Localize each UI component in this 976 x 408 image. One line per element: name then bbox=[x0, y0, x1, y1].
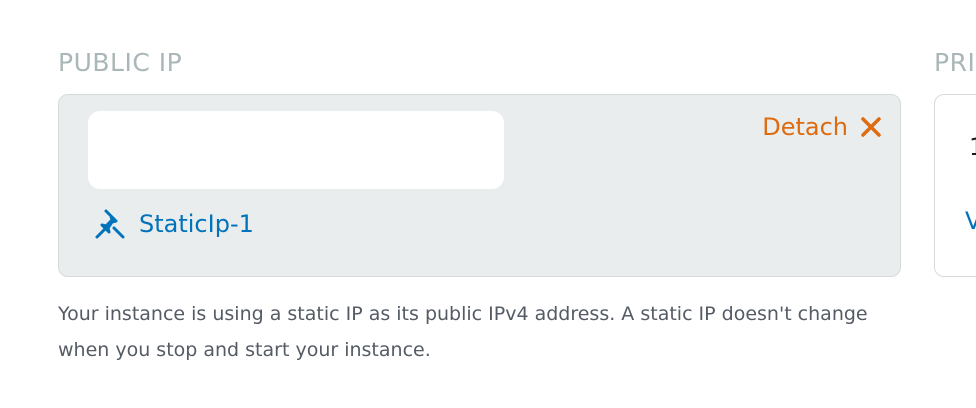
public-ip-label: PUBLIC IP bbox=[58, 48, 183, 77]
public-ip-address-field bbox=[88, 111, 504, 189]
public-ip-card: Detach StaticIp-1 bbox=[58, 94, 901, 277]
static-ip-link[interactable]: StaticIp-1 bbox=[93, 207, 254, 241]
detach-button[interactable]: Detach bbox=[762, 113, 882, 141]
private-ip-value: 1 bbox=[969, 133, 976, 161]
detach-label: Detach bbox=[762, 113, 848, 141]
private-ip-label: PRI bbox=[934, 48, 976, 77]
close-x-icon bbox=[861, 117, 881, 137]
private-ip-link[interactable]: V bbox=[965, 207, 976, 235]
pin-icon bbox=[95, 209, 125, 239]
private-ip-card: 1 V bbox=[934, 94, 976, 277]
static-ip-name: StaticIp-1 bbox=[139, 210, 254, 238]
static-ip-description: Your instance is using a static IP as it… bbox=[58, 303, 868, 361]
